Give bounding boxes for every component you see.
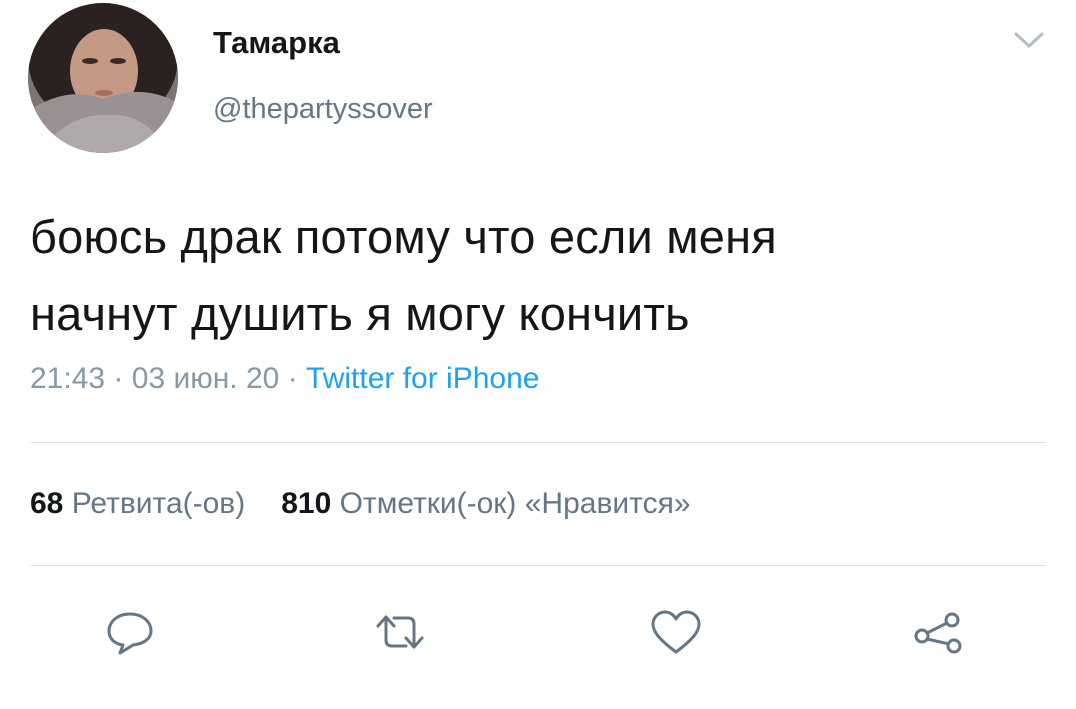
retweets-count: 68 <box>30 487 64 520</box>
tweet-stats: 68 Ретвита(-ов) 810 Отметки(-ок) «Нравитс… <box>30 487 691 521</box>
like-button[interactable] <box>646 606 706 658</box>
tweet-card: Тамарка @thepartyssover боюсь драк потом… <box>0 0 1076 709</box>
divider <box>30 565 1046 566</box>
tweet-meta: 21:43 · 03 июн. 20 · Twitter for iPhone <box>30 362 539 396</box>
meta-separator: · <box>113 362 124 395</box>
retweets-stat[interactable]: 68 Ретвита(-ов) <box>30 487 245 520</box>
avatar[interactable] <box>28 3 178 153</box>
reply-button[interactable] <box>100 606 160 658</box>
heart-icon <box>651 610 701 654</box>
likes-label: Отметки(-ок) «Нравится» <box>339 487 691 520</box>
retweet-button[interactable] <box>370 606 430 658</box>
likes-stat[interactable]: 810 Отметки(-ок) «Нравится» <box>281 487 690 520</box>
user-handle[interactable]: @thepartyssover <box>213 93 433 126</box>
tweet-time: 21:43 <box>30 362 106 395</box>
retweets-label: Ретвита(-ов) <box>71 487 246 520</box>
reply-bubble-icon <box>107 612 153 655</box>
tweet-text-line: начнут душить я могу кончить <box>30 287 690 340</box>
tweet-date: 03 июн. 20 <box>131 362 280 395</box>
tweet-text-line: боюсь драк потому что если меня <box>30 210 777 263</box>
tweet-text: боюсь драк потому что если меня начнут д… <box>30 198 1040 352</box>
likes-count: 810 <box>281 487 332 520</box>
share-icon <box>914 612 962 654</box>
avatar-image <box>28 3 178 153</box>
meta-separator: · <box>287 362 298 395</box>
display-name[interactable]: Тамарка <box>213 25 340 61</box>
tweet-source-link[interactable]: Twitter for iPhone <box>306 362 539 395</box>
share-button[interactable] <box>908 606 968 658</box>
divider <box>30 442 1046 443</box>
chevron-down-icon[interactable] <box>1012 28 1046 52</box>
retweet-icon <box>376 615 424 649</box>
